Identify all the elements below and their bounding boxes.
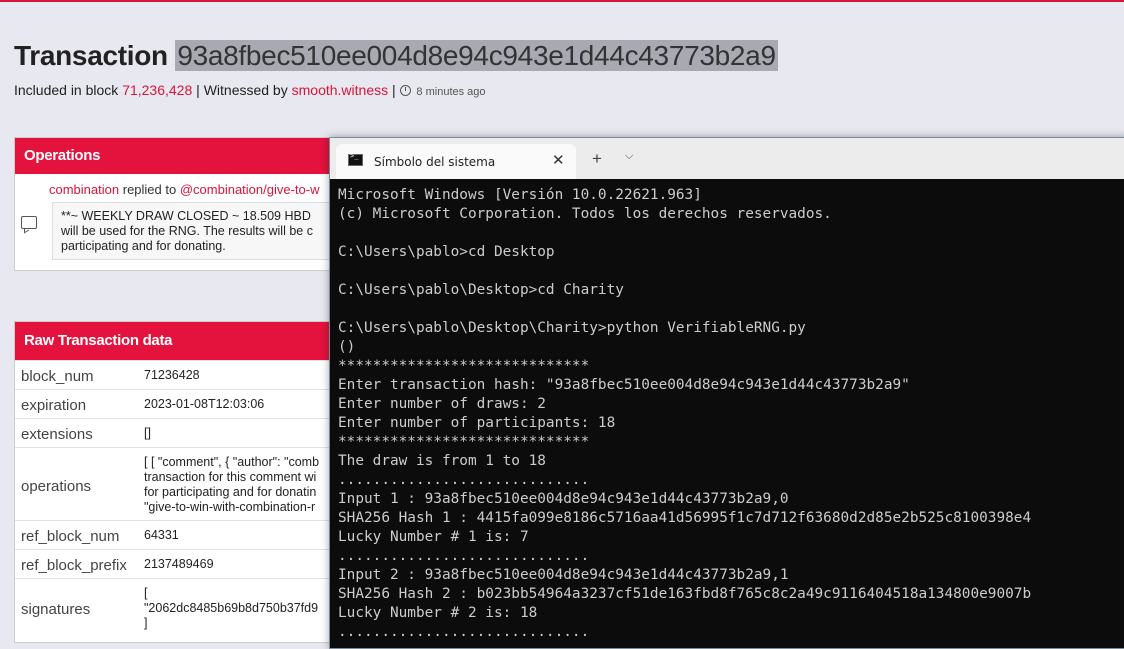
row-key: operations xyxy=(21,478,92,495)
chevron-down-icon[interactable]: ⌵ xyxy=(625,150,633,163)
operation-body: **~ WEEKLY DRAW CLOSED ~ 18.509 HBD will … xyxy=(52,202,342,260)
console-line: Lucky Number # 2 is: 18 xyxy=(338,605,538,621)
included-label: Included in block xyxy=(14,82,119,98)
row-key: block_num xyxy=(21,368,94,385)
operations-header: Operations xyxy=(15,138,345,174)
row-value: [ "2062dc8485b69b8d750b37fd9 ] xyxy=(144,586,319,630)
tab-command-prompt[interactable]: Símbolo del sistema ✕ xyxy=(336,144,576,179)
command-prompt-window[interactable]: Símbolo del sistema ✕ + ⌵ Microsoft Wind… xyxy=(329,137,1124,649)
row-value: 2137489469 xyxy=(144,557,214,571)
operations-panel: Operations combination replied to @combi… xyxy=(14,137,346,271)
console-output[interactable]: Microsoft Windows [Versión 10.0.22621.96… xyxy=(338,186,1124,642)
clock-icon xyxy=(399,85,411,96)
row-key: expiration xyxy=(21,397,87,414)
console-line: The draw is from 1 to 18 xyxy=(338,453,546,469)
console-line: (c) Microsoft Corporation. Todos los der… xyxy=(338,206,832,222)
console-line: ............................. xyxy=(338,472,590,488)
page-title: Transaction 93a8fbec510ee004d8e94c943e1d… xyxy=(14,40,778,72)
tab-bar: Símbolo del sistema ✕ + ⌵ xyxy=(330,138,1124,179)
console-line: Microsoft Windows [Versión 10.0.22621.96… xyxy=(338,187,702,203)
console-line: C:\Users\pablo>cd Desktop xyxy=(338,244,555,260)
console-line: Input 2 : 93a8fbec510ee004d8e94c943e1d44… xyxy=(338,567,789,583)
action-text: replied to xyxy=(122,182,177,197)
transaction-hash[interactable]: 93a8fbec510ee004d8e94c943e1d44c43773b2a9 xyxy=(175,40,778,71)
console-line: Input 1 : 93a8fbec510ee004d8e94c943e1d44… xyxy=(338,491,789,507)
separator: | xyxy=(392,82,396,98)
new-tab-button[interactable]: + xyxy=(592,149,602,169)
row-key: extensions xyxy=(21,426,93,443)
console-line: C:\Users\pablo\Desktop>cd Charity xyxy=(338,282,624,298)
row-key: ref_block_num xyxy=(21,528,120,545)
row-value: [ [ "comment", { "author": "comb transac… xyxy=(144,455,320,514)
console-line: ***************************** xyxy=(338,358,590,374)
raw-transaction-panel: Raw Transaction data block_num 71236428 … xyxy=(14,321,346,643)
terminal-icon xyxy=(348,152,363,166)
table-row: operations [ [ "comment", { "author": "c… xyxy=(15,447,345,521)
console-line: SHA256 Hash 1 : 4415fa099e8186c5716aa41d… xyxy=(338,510,1032,526)
row-value: 2023-01-08T12:03:06 xyxy=(144,397,265,411)
block-number-link[interactable]: 71,236,428 xyxy=(122,82,192,98)
console-line: ............................. xyxy=(338,624,590,640)
target-link[interactable]: @combination/give-to-w xyxy=(180,182,320,197)
console-line: Lucky Number # 1 is: 7 xyxy=(338,529,529,545)
row-value: [] xyxy=(144,426,151,440)
console-line: C:\Users\pablo\Desktop\Charity>python Ve… xyxy=(338,320,806,336)
body-line: participating and for donating. xyxy=(61,239,226,253)
table-row: extensions [] xyxy=(15,418,345,448)
console-line: Enter number of draws: 2 xyxy=(338,396,546,412)
tab-label: Símbolo del sistema xyxy=(374,155,496,169)
time-ago: 8 minutes ago xyxy=(416,86,486,98)
console-line: Enter number of participants: 18 xyxy=(338,415,616,431)
row-key: signatures xyxy=(21,601,91,618)
comment-icon xyxy=(21,216,37,229)
table-row: signatures [ "2062dc8485b69b8d750b37fd9 … xyxy=(15,578,345,641)
console-line: ............................. xyxy=(338,548,590,564)
body-line: **~ WEEKLY DRAW CLOSED ~ 18.509 HBD xyxy=(61,209,311,223)
console-line: Enter transaction hash: "93a8fbec510ee00… xyxy=(338,377,910,393)
witness-link[interactable]: smooth.witness xyxy=(292,82,388,98)
console-line: () xyxy=(338,339,356,355)
title-prefix: Transaction xyxy=(14,40,168,71)
top-accent-line xyxy=(0,0,1124,2)
raw-header: Raw Transaction data xyxy=(15,322,345,360)
transaction-meta: Included in block 71,236,428 | Witnessed… xyxy=(14,82,486,98)
console-line: SHA256 Hash 2 : b023bb54964a3237cf51de16… xyxy=(338,586,1032,602)
console-line: ***************************** xyxy=(338,434,590,450)
table-row: ref_block_num 64331 xyxy=(15,520,345,550)
operation-summary: combination replied to @combination/give… xyxy=(49,182,320,197)
row-key: ref_block_prefix xyxy=(21,557,127,574)
row-value: 64331 xyxy=(144,528,179,542)
row-value: 71236428 xyxy=(144,368,200,382)
table-row: ref_block_prefix 2137489469 xyxy=(15,549,345,579)
author-link[interactable]: combination xyxy=(49,182,119,197)
witnessed-label: Witnessed by xyxy=(203,82,288,98)
table-row: block_num 71236428 xyxy=(15,360,345,390)
table-row: expiration 2023-01-08T12:03:06 xyxy=(15,389,345,419)
close-tab-icon[interactable]: ✕ xyxy=(552,151,565,169)
separator: | xyxy=(196,82,200,98)
body-line: will be used for the RNG. The results wi… xyxy=(61,224,313,238)
